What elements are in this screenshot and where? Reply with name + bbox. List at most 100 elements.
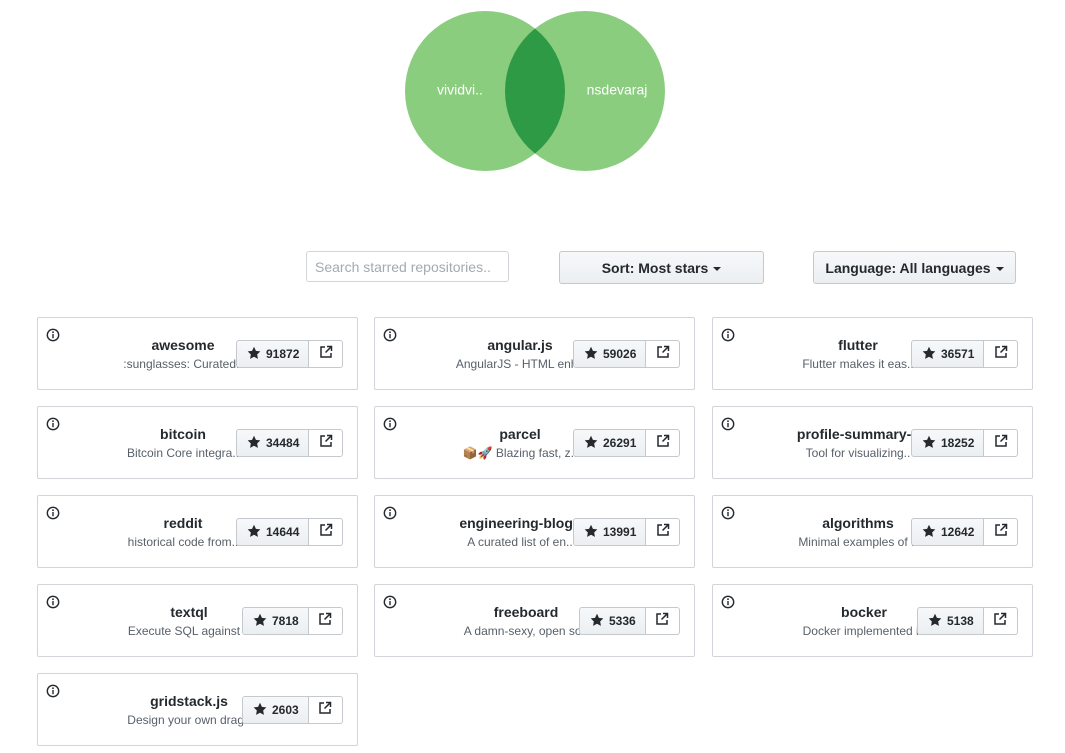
star-count-button[interactable]: 36571 xyxy=(911,340,985,368)
repo-actions: 18252 xyxy=(911,429,1019,457)
star-icon xyxy=(922,435,941,452)
caret-down-icon xyxy=(713,266,722,271)
search-input[interactable] xyxy=(306,251,509,282)
external-link-icon xyxy=(656,523,670,542)
star-count: 7818 xyxy=(272,614,299,628)
repo-actions: 5336 xyxy=(579,607,680,635)
repo-actions: 59026 xyxy=(573,340,681,368)
star-icon xyxy=(922,346,941,363)
star-count: 5138 xyxy=(947,614,974,628)
star-count-button[interactable]: 59026 xyxy=(573,340,647,368)
star-icon xyxy=(253,613,272,630)
star-count-button[interactable]: 5336 xyxy=(579,607,646,635)
repo-card: textql Execute SQL against .. 7818 xyxy=(37,584,358,657)
repo-card: bocker Docker implemented i.. 5138 xyxy=(712,584,1033,657)
open-repo-button[interactable] xyxy=(309,429,344,457)
info-icon[interactable] xyxy=(46,506,60,520)
star-count-button[interactable]: 13991 xyxy=(573,518,647,546)
repo-actions: 26291 xyxy=(573,429,681,457)
info-icon[interactable] xyxy=(46,417,60,431)
star-icon xyxy=(247,346,266,363)
venn-label-right: nsdevaraj xyxy=(587,82,648,98)
external-link-icon xyxy=(993,612,1007,631)
star-count-button[interactable]: 34484 xyxy=(236,429,310,457)
star-icon xyxy=(590,613,609,630)
caret-down-icon xyxy=(995,266,1004,271)
open-repo-button[interactable] xyxy=(309,518,344,546)
repo-actions: 91872 xyxy=(236,340,344,368)
info-icon[interactable] xyxy=(383,506,397,520)
external-link-icon xyxy=(319,523,333,542)
open-repo-button[interactable] xyxy=(646,518,681,546)
info-icon[interactable] xyxy=(383,595,397,609)
open-repo-button[interactable] xyxy=(646,340,681,368)
star-icon xyxy=(584,435,603,452)
repo-actions: 36571 xyxy=(911,340,1019,368)
open-repo-button[interactable] xyxy=(984,518,1019,546)
star-count-button[interactable]: 91872 xyxy=(236,340,310,368)
repo-actions: 13991 xyxy=(573,518,681,546)
external-link-icon xyxy=(655,612,669,631)
star-count: 26291 xyxy=(603,436,637,450)
star-count: 12642 xyxy=(941,525,975,539)
repo-card: angular.js AngularJS - HTML enh.. 59026 xyxy=(374,317,695,390)
open-repo-button[interactable] xyxy=(309,340,344,368)
star-count-button[interactable]: 18252 xyxy=(911,429,985,457)
open-repo-button[interactable] xyxy=(308,696,343,724)
external-link-icon xyxy=(318,701,332,720)
external-link-icon xyxy=(319,345,333,364)
repo-actions: 5138 xyxy=(917,607,1018,635)
star-icon xyxy=(584,346,603,363)
open-repo-button[interactable] xyxy=(645,607,680,635)
venn-diagram: vividvi.. nsdevaraj xyxy=(405,11,665,171)
star-icon xyxy=(253,702,272,719)
info-icon[interactable] xyxy=(383,417,397,431)
info-icon[interactable] xyxy=(721,328,735,342)
repo-card: bitcoin Bitcoin Core integra.. 34484 xyxy=(37,406,358,479)
open-repo-button[interactable] xyxy=(984,340,1019,368)
sort-dropdown-button[interactable]: Sort: Most stars xyxy=(559,251,764,284)
open-repo-button[interactable] xyxy=(308,607,343,635)
star-count: 5336 xyxy=(609,614,636,628)
repo-actions: 12642 xyxy=(911,518,1019,546)
language-label: Language: All languages xyxy=(825,259,991,276)
external-link-icon xyxy=(656,434,670,453)
repo-card: freeboard A damn-sexy, open so.. 5336 xyxy=(374,584,695,657)
star-count: 13991 xyxy=(603,525,637,539)
star-count-button[interactable]: 12642 xyxy=(911,518,985,546)
repo-card: engineering-blog.. A curated list of en..… xyxy=(374,495,695,568)
info-icon[interactable] xyxy=(46,595,60,609)
repo-card: gridstack.js Design your own drag.. 2603 xyxy=(37,673,358,746)
star-count-button[interactable]: 26291 xyxy=(573,429,647,457)
controls-bar: Sort: Most stars Language: All languages xyxy=(0,251,1065,285)
star-count: 2603 xyxy=(272,703,299,717)
open-repo-button[interactable] xyxy=(983,607,1018,635)
info-icon[interactable] xyxy=(383,328,397,342)
external-link-icon xyxy=(318,612,332,631)
repo-actions: 7818 xyxy=(242,607,343,635)
language-dropdown-button[interactable]: Language: All languages xyxy=(813,251,1016,284)
open-repo-button[interactable] xyxy=(646,429,681,457)
star-count-button[interactable]: 7818 xyxy=(242,607,309,635)
info-icon[interactable] xyxy=(46,328,60,342)
star-count-button[interactable]: 2603 xyxy=(242,696,309,724)
external-link-icon xyxy=(656,345,670,364)
info-icon[interactable] xyxy=(721,595,735,609)
star-count: 59026 xyxy=(603,347,637,361)
star-count: 14644 xyxy=(266,525,300,539)
external-link-icon xyxy=(994,523,1008,542)
star-count-button[interactable]: 5138 xyxy=(917,607,984,635)
repo-card: awesome:sunglasses: Curated.. 91872 xyxy=(37,317,358,390)
repo-card: flutter Flutter makes it eas.. 36571 xyxy=(712,317,1033,390)
star-icon xyxy=(922,524,941,541)
external-link-icon xyxy=(319,434,333,453)
external-link-icon xyxy=(994,434,1008,453)
info-icon[interactable] xyxy=(721,417,735,431)
star-count-button[interactable]: 14644 xyxy=(236,518,310,546)
star-count: 91872 xyxy=(266,347,300,361)
open-repo-button[interactable] xyxy=(984,429,1019,457)
info-icon[interactable] xyxy=(46,684,60,698)
star-icon xyxy=(247,435,266,452)
info-icon[interactable] xyxy=(721,506,735,520)
venn-label-left: vividvi.. xyxy=(437,82,483,98)
